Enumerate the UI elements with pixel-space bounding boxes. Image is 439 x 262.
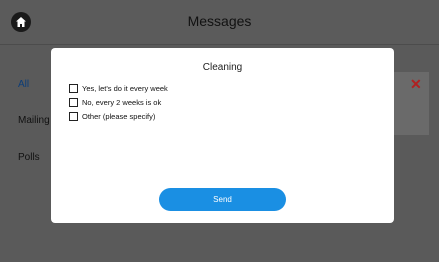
sidebar-item-all[interactable]: All — [18, 79, 29, 90]
poll-option-3[interactable]: Other (please specify) — [69, 112, 155, 121]
option-label: Other (please specify) — [82, 112, 156, 121]
dialog-title: Cleaning — [202, 62, 243, 73]
option-label: Yes, let's do it every week — [82, 84, 168, 93]
checkbox[interactable] — [69, 112, 78, 121]
send-button[interactable]: Send — [159, 188, 286, 211]
top-bar: Messages — [0, 0, 439, 45]
sidebar-item-mailing[interactable]: Mailing — [18, 115, 50, 126]
checkbox[interactable] — [69, 98, 78, 107]
poll-dialog: Cleaning Yes, let's do it every week No,… — [51, 48, 394, 223]
close-icon[interactable]: ✕ — [410, 76, 422, 93]
checkbox[interactable] — [69, 84, 78, 93]
poll-option-1[interactable]: Yes, let's do it every week — [69, 84, 168, 93]
page-title: Messages — [187, 13, 252, 29]
sidebar-item-polls[interactable]: Polls — [18, 152, 40, 163]
poll-option-2[interactable]: No, every 2 weeks is ok — [69, 98, 161, 107]
option-label: No, every 2 weeks is ok — [82, 98, 162, 107]
